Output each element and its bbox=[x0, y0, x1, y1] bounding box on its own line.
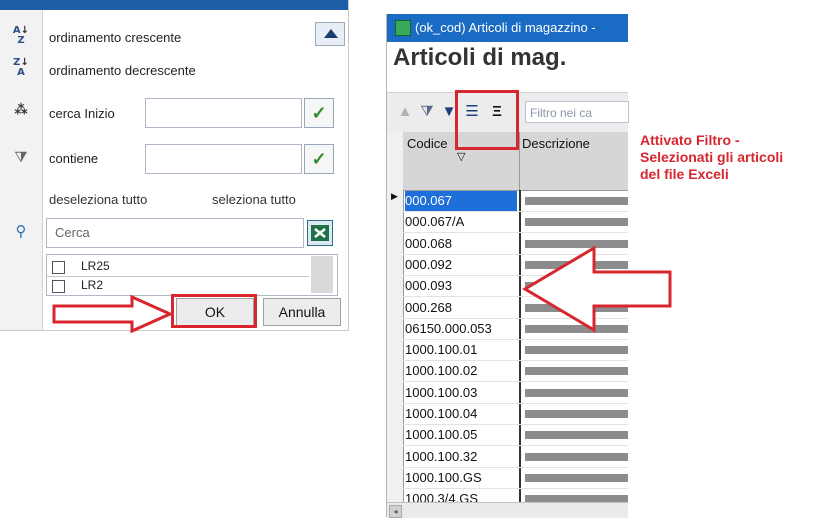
sort-descending-item[interactable]: ordinamento decrescente bbox=[49, 63, 196, 78]
table-row-codice[interactable]: 000.067 bbox=[405, 191, 517, 211]
table-row-codice[interactable]: 1000.100.04 bbox=[405, 404, 517, 424]
select-all-link[interactable]: seleziona tutto bbox=[212, 192, 296, 207]
filter-highlight-box bbox=[455, 90, 519, 150]
table-row-codice[interactable]: 000.092 bbox=[405, 255, 517, 275]
popup-top-bar bbox=[0, 0, 348, 10]
annotation-line: Selezionati gli articoli bbox=[640, 149, 784, 165]
table-row-codice[interactable]: 1000.100.02 bbox=[405, 361, 517, 381]
table-row-descrizione-redacted bbox=[525, 452, 628, 461]
table-row-descrizione-redacted bbox=[525, 218, 628, 227]
excel-icon[interactable] bbox=[307, 220, 333, 246]
deselect-all-link[interactable]: deseleziona tutto bbox=[49, 192, 147, 207]
window-title: (ok_cod) Articoli di magazzino - bbox=[415, 20, 596, 35]
app-icon bbox=[395, 20, 411, 36]
search-icon: ⚲ bbox=[15, 222, 27, 240]
sort-za-icon[interactable]: Z↓ A bbox=[10, 58, 32, 78]
value-list: LR25 LR2 bbox=[46, 254, 338, 296]
table-row-codice[interactable]: 1000.100.01 bbox=[405, 340, 517, 360]
arrow-left-icon bbox=[522, 245, 672, 333]
table-row-codice[interactable]: 1000.100.GS bbox=[405, 468, 517, 488]
table-row-descrizione-redacted bbox=[525, 388, 628, 397]
list-divider bbox=[47, 276, 309, 277]
table-row-codice[interactable]: 1000.100.05 bbox=[405, 425, 517, 445]
arrow-up-icon[interactable]: ▲ bbox=[395, 102, 415, 122]
list-scrollbar[interactable] bbox=[311, 256, 333, 293]
search-start-label: cerca Inizio bbox=[49, 106, 115, 121]
list-item-checkbox[interactable] bbox=[52, 280, 65, 293]
annotation-line: Attivato Filtro - bbox=[640, 132, 740, 148]
sort-az-icon[interactable]: A↓ Z bbox=[10, 26, 32, 46]
arrow-up-icon[interactable] bbox=[315, 22, 345, 46]
list-item-checkbox[interactable] bbox=[52, 261, 65, 274]
table-row-descrizione-redacted bbox=[525, 431, 628, 440]
table-row-descrizione-redacted bbox=[525, 197, 628, 205]
cancel-button[interactable]: Annulla bbox=[263, 298, 341, 326]
search-start-input[interactable] bbox=[145, 98, 302, 128]
table-row-codice[interactable]: 000.093 bbox=[405, 276, 517, 296]
window-titlebar: (ok_cod) Articoli di magazzino - bbox=[387, 14, 628, 42]
horizontal-scrollbar[interactable]: ◂ bbox=[387, 502, 628, 518]
table-row-codice[interactable]: 06150.000.053 bbox=[405, 319, 517, 339]
binoculars-icon: ⁂ bbox=[14, 103, 28, 118]
table-row-descrizione-redacted bbox=[525, 410, 628, 418]
table-row-codice[interactable]: 000.068 bbox=[405, 234, 517, 254]
page-title: Articoli di mag. bbox=[393, 44, 567, 71]
table-row-codice[interactable]: 1000.100.03 bbox=[405, 383, 517, 403]
scroll-left-icon[interactable]: ◂ bbox=[389, 505, 402, 518]
clear-filter-icon[interactable]: ⧩ bbox=[417, 102, 437, 122]
list-item[interactable]: LR2 bbox=[81, 278, 103, 292]
table-row-descrizione-redacted bbox=[525, 473, 628, 482]
list-item[interactable]: LR25 bbox=[81, 259, 110, 273]
contains-input[interactable] bbox=[145, 144, 302, 174]
table-row-codice[interactable]: 000.067/A bbox=[405, 212, 517, 232]
search-placeholder: Cerca bbox=[55, 225, 90, 240]
contains-label: contiene bbox=[49, 151, 99, 166]
check-icon[interactable]: ✓ bbox=[304, 98, 334, 128]
table-row-descrizione-redacted bbox=[525, 346, 628, 355]
filter-input[interactable]: Filtro nei ca bbox=[525, 101, 629, 123]
ok-highlight-box bbox=[171, 294, 257, 328]
check-icon[interactable]: ✓ bbox=[304, 144, 334, 174]
table-row-codice[interactable]: 000.268 bbox=[405, 298, 517, 318]
arrow-right-icon bbox=[52, 294, 174, 334]
sort-ascending-item[interactable]: ordinamento crescente bbox=[49, 30, 181, 45]
annotation-note: Attivato Filtro - Selezionati gli artico… bbox=[640, 132, 819, 183]
filter-popup: A↓ Z ordinamento crescente Z↓ A ordinament… bbox=[0, 0, 349, 331]
annotation-line: del file Exceli bbox=[640, 166, 729, 182]
table-row-descrizione-redacted bbox=[525, 367, 628, 376]
search-input[interactable]: Cerca bbox=[46, 218, 304, 248]
table-row-codice[interactable]: 1000.100.32 bbox=[405, 447, 517, 467]
filter-icon: ⧩ bbox=[14, 148, 28, 166]
